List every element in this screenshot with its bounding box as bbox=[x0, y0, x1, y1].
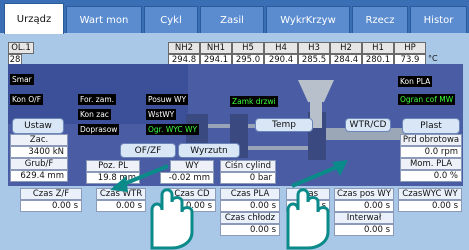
czas-chlodz-value: 0.00 s bbox=[220, 224, 280, 236]
prd-obrotowa-label: Prd obrotowa bbox=[400, 134, 462, 146]
tab-wykrkrzyw[interactable]: WykrKrzyw bbox=[266, 6, 350, 33]
zac-value: 3400 kN bbox=[10, 146, 68, 158]
ustaw-button[interactable]: Ustaw bbox=[12, 118, 64, 134]
tab-histor[interactable]: Histor bbox=[410, 6, 467, 33]
heater-header: NH1 bbox=[200, 42, 232, 54]
swipe-right-hand-icon bbox=[286, 160, 348, 250]
czas-zf-label: Czas Z/F bbox=[20, 188, 82, 200]
grub-label: Grub/F bbox=[10, 158, 68, 170]
status-doprasow: Doprasow bbox=[78, 124, 120, 135]
status-posuw-wy: Posuw WY bbox=[146, 94, 189, 105]
czas-wyc-wy-label: CzasWYC WY bbox=[398, 188, 462, 200]
zac-label: Zac. bbox=[10, 134, 68, 146]
tab-wart-mon[interactable]: Wart mon bbox=[66, 6, 142, 33]
status-ogr-wyc-wy: Ogr. WYC WY bbox=[146, 124, 200, 135]
mom-pla-value: 0.0 % bbox=[400, 170, 462, 182]
heater-header: H1 bbox=[362, 42, 394, 54]
temperature-unit: °C bbox=[428, 54, 438, 63]
czas-zf-value: 0.00 s bbox=[20, 200, 82, 212]
swipe-left-hand-icon bbox=[110, 164, 194, 250]
temp-button[interactable]: Temp bbox=[255, 118, 313, 132]
czas-chlodz-label: Czas chłodz bbox=[220, 212, 280, 224]
tab-zasil[interactable]: Zasil bbox=[200, 6, 264, 33]
status-ogran-cof-mw: Ogran cof MW bbox=[398, 94, 456, 105]
cisn-cylind-label: Ciśn cylind bbox=[220, 160, 276, 172]
wtr-cd-button[interactable]: WTR/CD bbox=[345, 118, 391, 132]
heater-header: H3 bbox=[298, 42, 330, 54]
tab-rzecz[interactable]: Rzecz bbox=[352, 6, 408, 33]
ol-label: OL.1 bbox=[8, 42, 34, 54]
czas-pla-value: 0.00 s bbox=[220, 200, 280, 212]
heater-header: NH2 bbox=[168, 42, 200, 54]
cisn-cylind-value: 0 bar bbox=[220, 172, 276, 184]
status-for-zam: For. zam. bbox=[78, 94, 117, 105]
mom-pla-label: Mom. PLA bbox=[400, 158, 462, 170]
czas-pla-label: Czas PLA bbox=[220, 188, 280, 200]
czas-wyc-wy-value: 0.00 s bbox=[398, 200, 462, 212]
heater-header: HP bbox=[394, 42, 426, 54]
prd-obrotowa-value: 0.0 rpm bbox=[400, 146, 462, 158]
status-wstwy: WstWY bbox=[146, 109, 177, 120]
grub-value: 629.4 mm bbox=[10, 170, 68, 182]
status-kon-of: Kon O/F bbox=[10, 94, 44, 105]
status-smar: Smar bbox=[10, 74, 34, 85]
tab-cykl[interactable]: Cykl bbox=[144, 6, 198, 33]
status-kon-zac: Kon zac bbox=[78, 109, 111, 120]
heater-header: H4 bbox=[264, 42, 298, 54]
tab-urzadz[interactable]: Urządz bbox=[4, 3, 64, 34]
heater-header: H2 bbox=[330, 42, 362, 54]
plast-button[interactable]: Plast bbox=[402, 118, 460, 134]
status-kon-pla: Kon PLA bbox=[398, 76, 433, 87]
status-zamk-drzwi: Zamk drzwi bbox=[230, 96, 278, 107]
heater-header: H5 bbox=[232, 42, 264, 54]
